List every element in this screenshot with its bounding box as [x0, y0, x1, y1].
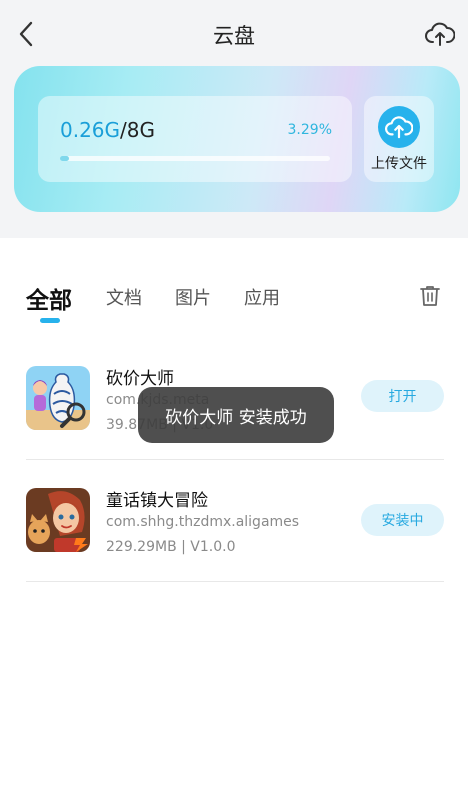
app-name: 童话镇大冒险	[106, 491, 208, 511]
active-tab-indicator	[40, 318, 60, 323]
header: 云盘	[0, 0, 468, 66]
category-tabs: 全部 文档 图片 应用	[0, 254, 468, 334]
storage-total: /8G	[120, 118, 155, 142]
cloud-upload-icon	[385, 116, 413, 139]
storage-progress-bar	[60, 156, 330, 161]
tab-all[interactable]: 全部	[26, 281, 72, 315]
tab-images[interactable]: 图片	[175, 284, 211, 310]
app-list-item[interactable]: 童话镇大冒险 com.shhg.thzdmx.aligames 229.29MB…	[26, 472, 444, 582]
storage-progress-fill	[60, 156, 70, 161]
app-package: com.shhg.thzdmx.aligames	[106, 514, 300, 530]
delete-button[interactable]	[416, 282, 444, 310]
app-icon-tonghua	[26, 488, 90, 552]
app-icon-kanjia	[26, 366, 90, 430]
storage-card: 0.26G/8G 3.29% 上传文件	[14, 66, 460, 212]
tab-apps[interactable]: 应用	[244, 284, 280, 310]
page-title: 云盘	[213, 24, 255, 48]
app-size-version: 229.29MB | V1.0.0	[106, 539, 236, 555]
storage-usage-text: 0.26G/8G	[60, 118, 155, 142]
installing-button[interactable]: 安装中	[361, 504, 444, 536]
divider	[26, 459, 444, 460]
upload-file-button[interactable]: 上传文件	[364, 96, 434, 182]
upload-file-label: 上传文件	[371, 156, 427, 172]
storage-used: 0.26G	[60, 118, 121, 142]
storage-usage-panel: 0.26G/8G 3.29%	[38, 96, 352, 182]
cloud-upload-button[interactable]	[422, 16, 458, 52]
tab-documents[interactable]: 文档	[106, 284, 142, 310]
open-button[interactable]: 打开	[361, 380, 444, 412]
trash-icon	[420, 286, 440, 306]
divider	[26, 581, 444, 582]
toast-message: 砍价大师 安装成功	[138, 387, 334, 443]
file-list-panel: 全部 文档 图片 应用 砍价大师 39.87MB 打开 童话镇大冒险 com.s…	[0, 254, 468, 808]
storage-percent: 3.29%	[287, 122, 332, 138]
upload-icon-circle	[378, 106, 420, 148]
app-name: 砍价大师	[106, 369, 174, 389]
cloud-upload-icon	[425, 22, 455, 46]
